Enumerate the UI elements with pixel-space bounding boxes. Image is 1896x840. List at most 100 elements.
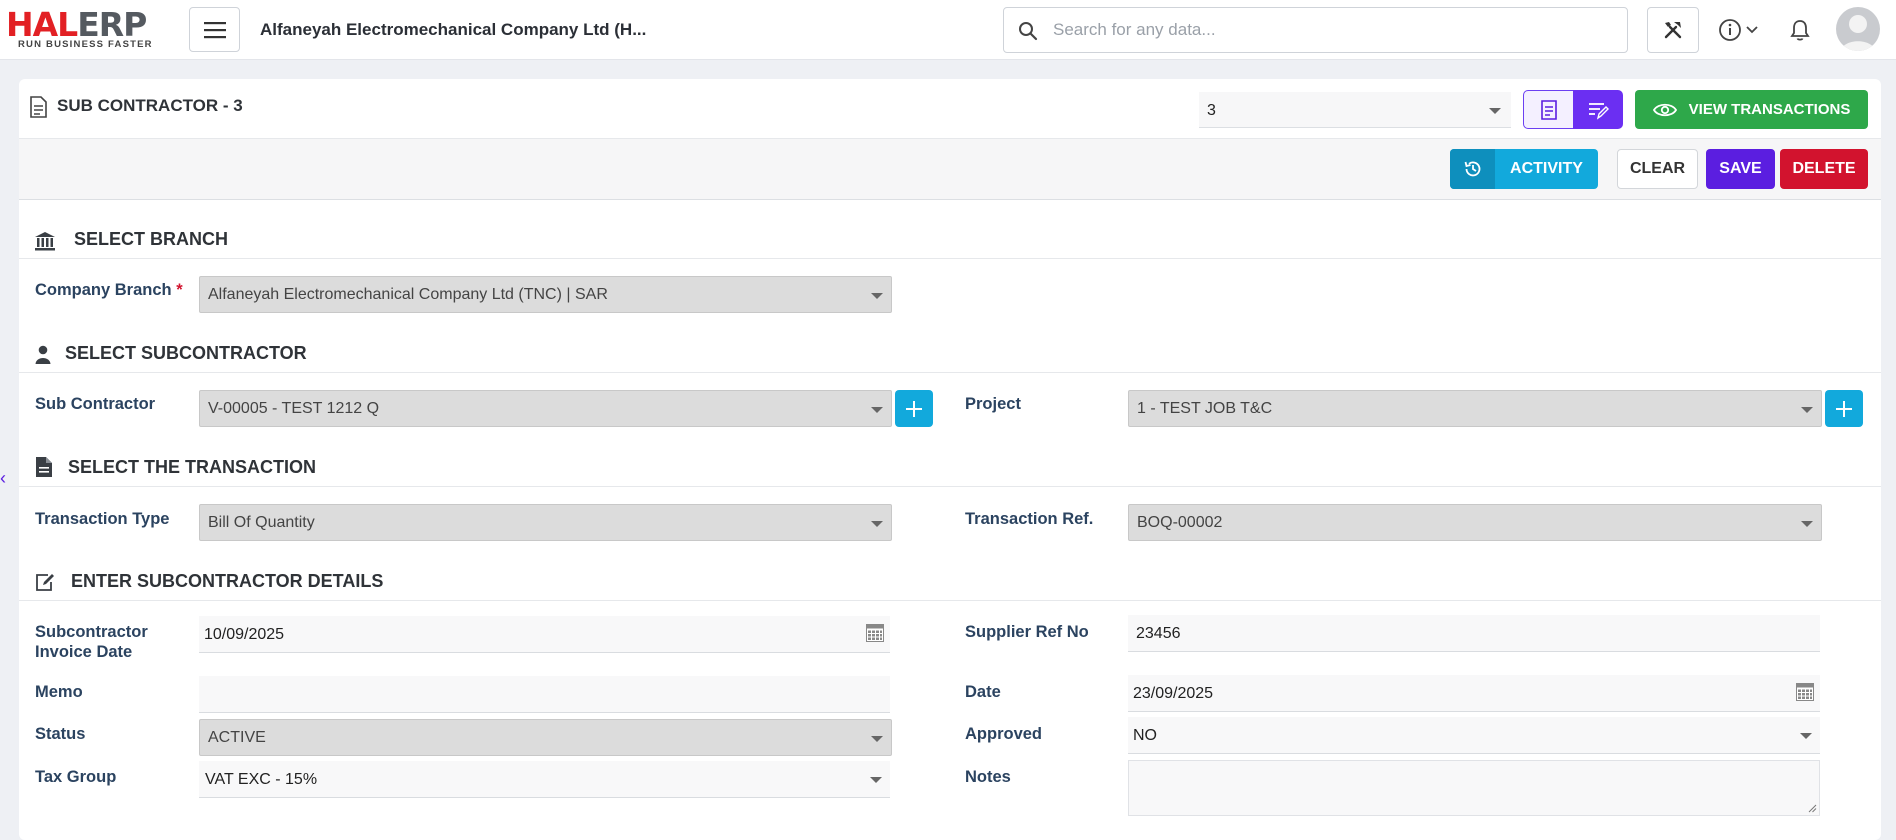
record-number-select[interactable]: 3 — [1199, 92, 1511, 128]
section-select-subcontractor: SELECT SUBCONTRACTOR — [19, 333, 1881, 373]
caret-down-icon — [1489, 108, 1501, 114]
project-label: Project — [965, 395, 1021, 413]
company-branch-value: Alfaneyah Electromechanical Company Ltd … — [208, 286, 608, 303]
document-icon — [30, 96, 47, 118]
transaction-ref-value: BOQ-00002 — [1137, 514, 1223, 531]
sub-contractor-select[interactable]: V-00005 - TEST 1212 Q — [199, 390, 892, 427]
edit-icon — [36, 574, 54, 591]
section-title: SELECT SUBCONTRACTOR — [65, 343, 307, 363]
sub-contractor-label: Sub Contractor — [35, 395, 156, 413]
invoice-date-label: Subcontractor Invoice Date — [35, 623, 148, 661]
caret-down-icon — [871, 736, 883, 742]
add-sub-contractor-button[interactable] — [895, 390, 933, 427]
section-enter-details: ENTER SUBCONTRACTOR DETAILS — [19, 561, 1881, 601]
caret-down-icon — [1800, 733, 1812, 739]
memo-label: Memo — [35, 683, 83, 701]
project-select[interactable]: 1 - TEST JOB T&C — [1128, 390, 1822, 427]
user-silhouette-icon — [1841, 15, 1875, 51]
card-header: SUB CONTRACTOR - 3 3 VIEW TRANSACTIONS — [19, 79, 1881, 139]
search-input[interactable] — [1053, 16, 1613, 44]
list-edit-icon — [1589, 102, 1609, 120]
tools-button[interactable] — [1647, 7, 1699, 53]
status-select[interactable]: ACTIVE — [199, 719, 892, 756]
add-project-button[interactable] — [1825, 390, 1863, 427]
list-edit-toggle[interactable] — [1573, 90, 1623, 129]
bell-icon — [1790, 20, 1810, 41]
view-transactions-button[interactable]: VIEW TRANSACTIONS — [1635, 90, 1868, 129]
approved-value: NO — [1133, 727, 1157, 744]
record-number-value: 3 — [1207, 102, 1216, 119]
notifications-button[interactable] — [1786, 16, 1814, 44]
file-icon — [36, 457, 52, 477]
section-title: SELECT THE TRANSACTION — [68, 457, 317, 477]
global-search[interactable] — [1003, 7, 1628, 53]
logo-tagline: RUN BUSINESS FASTER — [18, 39, 153, 50]
caret-down-icon — [1801, 407, 1813, 413]
hamburger-icon — [203, 21, 226, 38]
section-title: ENTER SUBCONTRACTOR DETAILS — [71, 571, 384, 591]
date-value: 23/09/2025 — [1133, 685, 1214, 702]
supplier-ref-label: Supplier Ref No — [965, 623, 1089, 641]
view-transactions-label: VIEW TRANSACTIONS — [1688, 101, 1851, 118]
transaction-type-value: Bill Of Quantity — [208, 514, 315, 531]
tax-group-label: Tax Group — [35, 768, 117, 786]
resize-handle-icon[interactable] — [1808, 804, 1817, 813]
transaction-type-select[interactable]: Bill Of Quantity — [199, 504, 892, 541]
form-document-icon — [1540, 99, 1557, 120]
caret-down-icon — [871, 407, 883, 413]
main-card: SUB CONTRACTOR - 3 3 VIEW TRANSACTIONS A… — [19, 79, 1881, 840]
info-icon — [1719, 19, 1741, 41]
memo-input[interactable] — [199, 676, 890, 713]
invoice-date-value: 10/09/2025 — [204, 626, 285, 643]
save-button[interactable]: SAVE — [1706, 149, 1775, 189]
section-select-branch: SELECT BRANCH — [19, 219, 1881, 259]
chevron-down-icon — [1746, 26, 1758, 34]
help-menu-button[interactable] — [1718, 16, 1766, 44]
user-icon — [35, 345, 51, 364]
transaction-ref-label: Transaction Ref. — [965, 510, 1094, 528]
supplier-ref-value: 23456 — [1136, 625, 1181, 642]
date-label: Date — [965, 683, 1001, 701]
transaction-type-label: Transaction Type — [35, 510, 170, 528]
clear-button[interactable]: CLEAR — [1617, 149, 1698, 189]
calendar-icon[interactable] — [866, 624, 884, 642]
caret-down-icon — [871, 293, 883, 299]
user-avatar[interactable] — [1836, 7, 1880, 51]
status-label: Status — [35, 725, 86, 743]
bank-icon — [35, 232, 55, 251]
notes-label: Notes — [965, 768, 1011, 786]
tax-group-select[interactable]: VAT EXC - 15% — [199, 761, 890, 798]
history-icon — [1464, 161, 1480, 177]
section-title: SELECT BRANCH — [74, 229, 229, 249]
top-bar: HALERP RUN BUSINESS FASTER Alfaneyah Ele… — [0, 0, 1896, 60]
caret-down-icon — [871, 521, 883, 527]
approved-select[interactable]: NO — [1128, 717, 1820, 754]
form-view-toggle[interactable] — [1523, 90, 1574, 129]
sidebar-expand-handle[interactable]: ‹ — [0, 468, 6, 489]
activity-button[interactable]: ACTIVITY — [1450, 149, 1598, 189]
section-select-transaction: SELECT THE TRANSACTION — [19, 447, 1881, 487]
app-logo[interactable]: HALERP RUN BUSINESS FASTER — [6, 8, 176, 51]
caret-down-icon — [870, 777, 882, 783]
action-bar: ACTIVITY CLEAR SAVE DELETE — [19, 139, 1881, 200]
page-title: SUB CONTRACTOR - 3 — [57, 96, 243, 115]
hamburger-menu-button[interactable] — [189, 7, 240, 52]
tools-icon — [1664, 22, 1682, 39]
company-name[interactable]: Alfaneyah Electromechanical Company Ltd … — [260, 20, 646, 40]
activity-label: ACTIVITY — [1510, 160, 1583, 177]
notes-textarea[interactable] — [1128, 760, 1820, 816]
status-value: ACTIVE — [208, 729, 266, 746]
invoice-date-input[interactable]: 10/09/2025 — [199, 616, 890, 653]
approved-label: Approved — [965, 725, 1043, 743]
supplier-ref-input[interactable]: 23456 — [1128, 615, 1820, 652]
caret-down-icon — [1801, 521, 1813, 527]
search-icon — [1019, 22, 1038, 41]
eye-icon — [1652, 103, 1677, 116]
transaction-ref-select[interactable]: BOQ-00002 — [1128, 504, 1822, 541]
calendar-icon[interactable] — [1796, 683, 1814, 701]
project-value: 1 - TEST JOB T&C — [1137, 400, 1273, 417]
date-input[interactable]: 23/09/2025 — [1128, 675, 1820, 712]
company-branch-select[interactable]: Alfaneyah Electromechanical Company Ltd … — [199, 276, 892, 313]
sub-contractor-value: V-00005 - TEST 1212 Q — [208, 400, 380, 417]
delete-button[interactable]: DELETE — [1780, 149, 1868, 189]
